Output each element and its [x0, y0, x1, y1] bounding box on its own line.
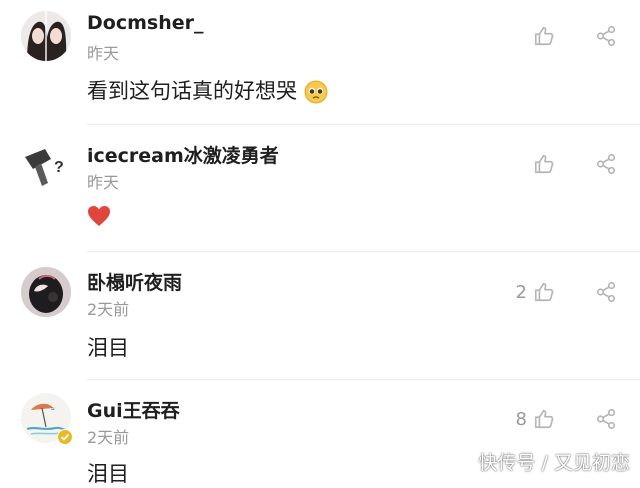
share-icon[interactable] [595, 25, 617, 47]
svg-text:?: ? [54, 159, 64, 176]
username[interactable]: 卧榻听夜雨 [87, 268, 182, 295]
watermark: 快传号 / 又见初恋 [478, 452, 630, 474]
avatar-image [21, 267, 71, 317]
verified-badge-icon [57, 429, 73, 445]
avatar[interactable] [21, 267, 71, 317]
comment-item: Docmsher_ 昨天 看到这句话真的好想哭 [0, 0, 640, 124]
share-icon[interactable] [595, 153, 617, 175]
avatar[interactable]: ? [21, 139, 71, 189]
like-thumb-icon[interactable] [533, 408, 555, 430]
like-thumb-icon[interactable] [533, 153, 555, 175]
like-count: 8 [515, 409, 527, 430]
timestamp: 2天前 [87, 428, 130, 447]
comment-text: 泪目 [87, 336, 129, 360]
timestamp: 昨天 [87, 44, 120, 63]
comment-text: 看到这句话真的好想哭 [87, 75, 328, 105]
comment-text: 泪目 [87, 462, 129, 486]
comment-text-body: 看到这句话真的好想哭 [87, 79, 297, 103]
comment-item: 卧榻听夜雨 2天前 泪目 2 [0, 252, 640, 379]
share-icon[interactable] [595, 281, 617, 303]
avatar[interactable] [21, 11, 71, 61]
timestamp: 昨天 [87, 173, 120, 192]
like-thumb-icon[interactable] [533, 281, 555, 303]
username[interactable]: icecream冰激凌勇者 [87, 141, 279, 168]
avatar-image [21, 11, 71, 61]
svg-text:≈: ≈ [51, 406, 55, 413]
timestamp: 2天前 [87, 300, 130, 319]
like-count: 2 [515, 282, 527, 303]
username[interactable]: Docmsher_ [87, 12, 203, 34]
red-heart-emoji-icon [88, 206, 110, 226]
username[interactable]: Gui王吞吞 [87, 396, 180, 423]
like-thumb-icon[interactable] [533, 25, 555, 47]
avatar-image: ? [21, 139, 71, 189]
comment-text [87, 203, 111, 227]
share-icon[interactable] [595, 408, 617, 430]
avatar[interactable]: ≈ [21, 393, 73, 445]
pleading-face-emoji-icon [304, 80, 328, 104]
comment-item: ? icecream冰激凌勇者 昨天 [0, 125, 640, 252]
